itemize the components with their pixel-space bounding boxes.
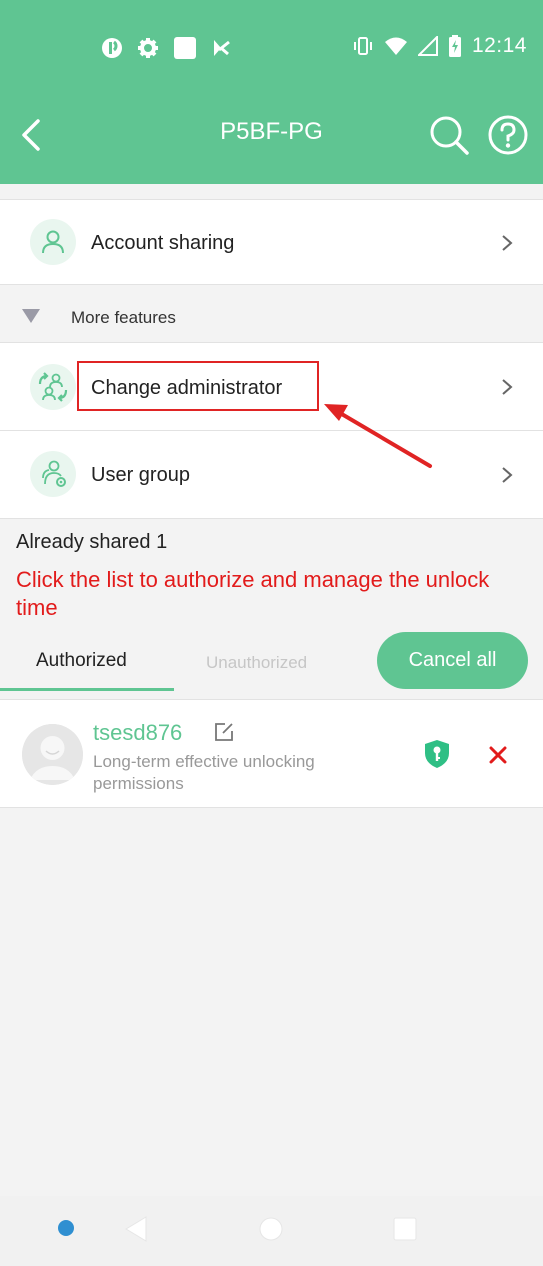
shared-count-text: Already shared 1 [16,531,168,553]
square-app-icon [174,37,196,59]
active-tab-indicator [0,688,174,691]
nav-recents-icon[interactable] [393,1217,417,1241]
tab-unauthorized[interactable]: Unauthorized [206,653,307,673]
collapse-triangle-icon [22,309,40,323]
status-left-icons [101,36,231,60]
vibrate-icon [353,37,372,55]
menu-item-account-sharing[interactable]: Account sharing [0,199,543,285]
annotation-highlight-box [77,361,319,411]
help-icon[interactable] [487,114,529,156]
status-bar: 12:14 [0,0,543,95]
close-icon[interactable] [487,744,509,766]
menu-item-user-group[interactable]: User group [0,431,543,519]
more-features-label: More features [71,308,176,327]
status-right-icons: 12:14 [352,34,527,58]
avatar [22,724,83,785]
account-sharing-label: Account sharing [91,232,235,254]
play-store-icon [214,40,230,56]
notification-dot-icon [58,1220,74,1236]
user-group-label: User group [91,464,190,486]
swap-users-icon [30,364,76,410]
permission-text: Long-term effective unlocking permission… [93,752,315,793]
battery-charging-icon [448,35,461,57]
chevron-right-icon [502,235,513,251]
shield-key-icon[interactable] [424,739,450,769]
more-features-section[interactable]: More features [0,287,543,343]
cancel-all-button[interactable]: Cancel all [377,632,528,689]
status-time: 12:14 [471,34,527,57]
app-header: 12:14 P5BF-PG [0,0,543,184]
nav-home-icon[interactable] [259,1217,283,1241]
hint-text: Click the list to authorize and manage t… [16,567,490,620]
user-icon [30,219,76,265]
chevron-right-icon [502,379,513,395]
edit-icon[interactable] [213,721,235,743]
signal-icon [417,36,438,56]
wifi-icon [384,37,407,55]
user-group-icon [30,451,76,497]
list-item[interactable]: tsesd876 Long-term effective unlocking p… [0,699,543,808]
app-notification-icon [102,38,122,58]
tab-authorized[interactable]: Authorized [36,650,127,672]
gear-icon [138,38,158,58]
system-nav-bar [0,1196,543,1266]
chevron-right-icon [502,467,513,483]
username: tsesd876 [93,720,183,745]
nav-back-icon[interactable] [124,1216,148,1242]
search-icon[interactable] [428,114,470,156]
